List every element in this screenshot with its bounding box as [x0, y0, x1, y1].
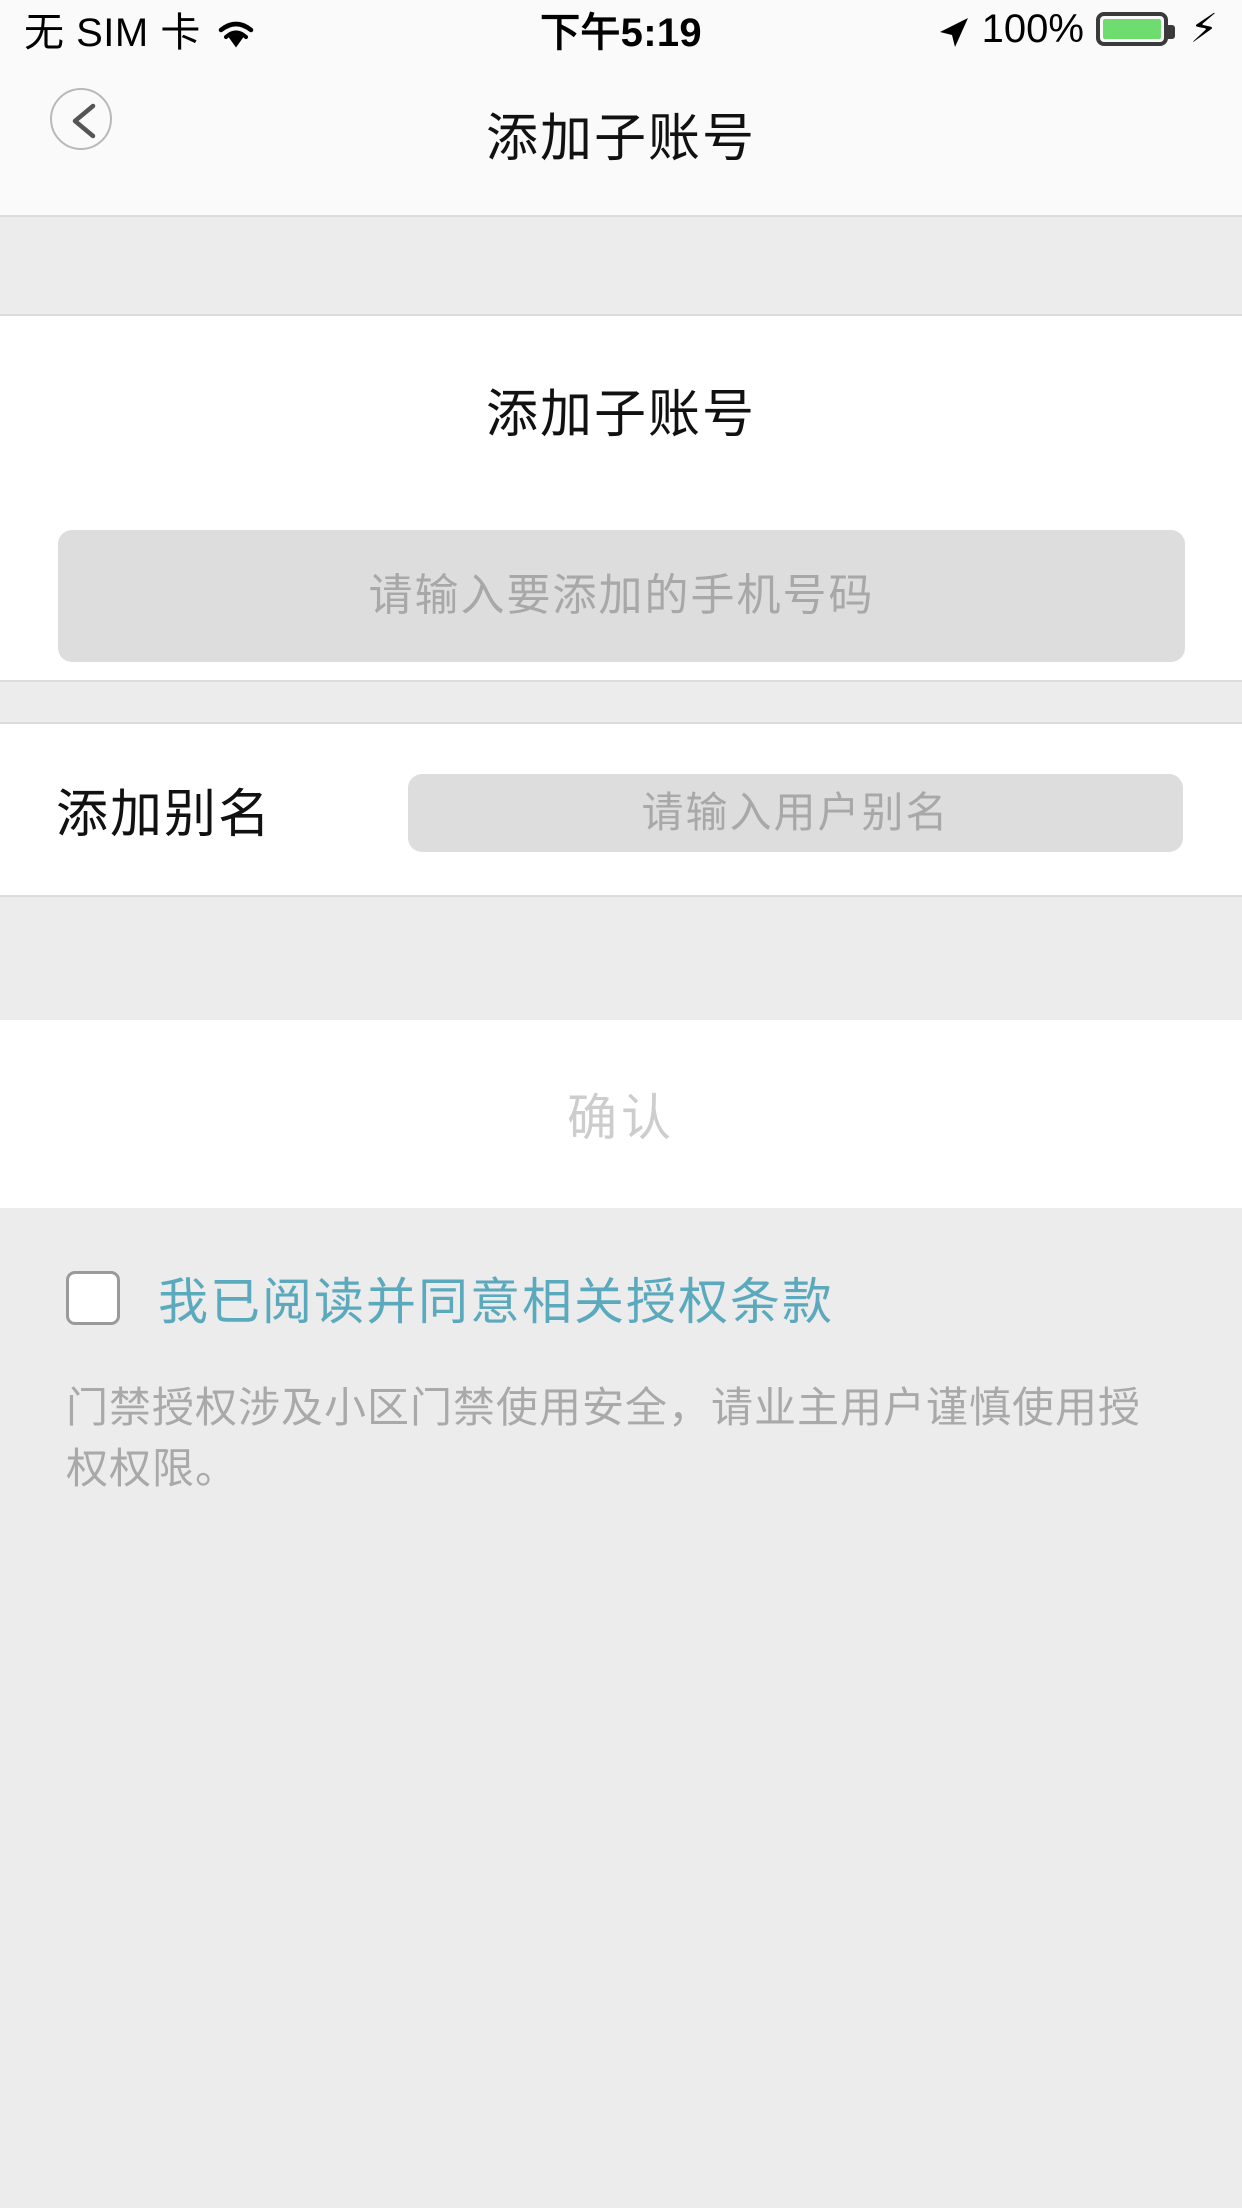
agreement-link[interactable]: 我已阅读并同意相关授权条款 — [158, 1262, 834, 1334]
status-bar: 无 SIM 卡 下午5:19 100% ⚡ — [0, 0, 1242, 58]
confirm-button-label: 确认 — [567, 1090, 675, 1146]
lightning-bolt-icon: ⚡ — [1189, 7, 1218, 51]
agreement-section: 我已阅读并同意相关授权条款 门禁授权涉及小区门禁使用安全，请业主用户谨慎使用授权… — [0, 1208, 1242, 1500]
add-subaccount-card: 添加子账号 — [0, 314, 1242, 682]
status-bar-left: 无 SIM 卡 — [24, 0, 621, 58]
wifi-icon — [215, 15, 257, 49]
battery-full-icon — [1095, 12, 1175, 46]
confirm-button[interactable]: 确认 — [0, 1020, 1242, 1208]
alias-input[interactable] — [408, 774, 1183, 852]
alias-label: 添加别名 — [56, 786, 273, 844]
phone-input[interactable] — [58, 530, 1185, 662]
page-title: 添加子账号 — [485, 110, 756, 168]
navigation-bar: 添加子账号 — [0, 58, 1242, 217]
battery-percent-label: 100% — [981, 6, 1084, 51]
agreement-row[interactable]: 我已阅读并同意相关授权条款 — [0, 1208, 1242, 1334]
location-arrow-icon — [936, 14, 970, 48]
status-bar-right: 100% ⚡ — [621, 7, 1218, 52]
agreement-checkbox[interactable] — [66, 1271, 120, 1325]
app-screen: 无 SIM 卡 下午5:19 100% ⚡ 添加子账号 添加子账号 请输入要添加… — [0, 0, 1242, 2208]
card-heading: 添加子账号 — [485, 386, 756, 444]
agreement-description: 门禁授权涉及小区门禁使用安全，请业主用户谨慎使用授权权限。 — [66, 1384, 1142, 1492]
alias-card: 添加别名 — [0, 722, 1242, 897]
carrier-label: 无 SIM 卡 — [24, 11, 201, 55]
battery-fill — [1102, 19, 1161, 39]
